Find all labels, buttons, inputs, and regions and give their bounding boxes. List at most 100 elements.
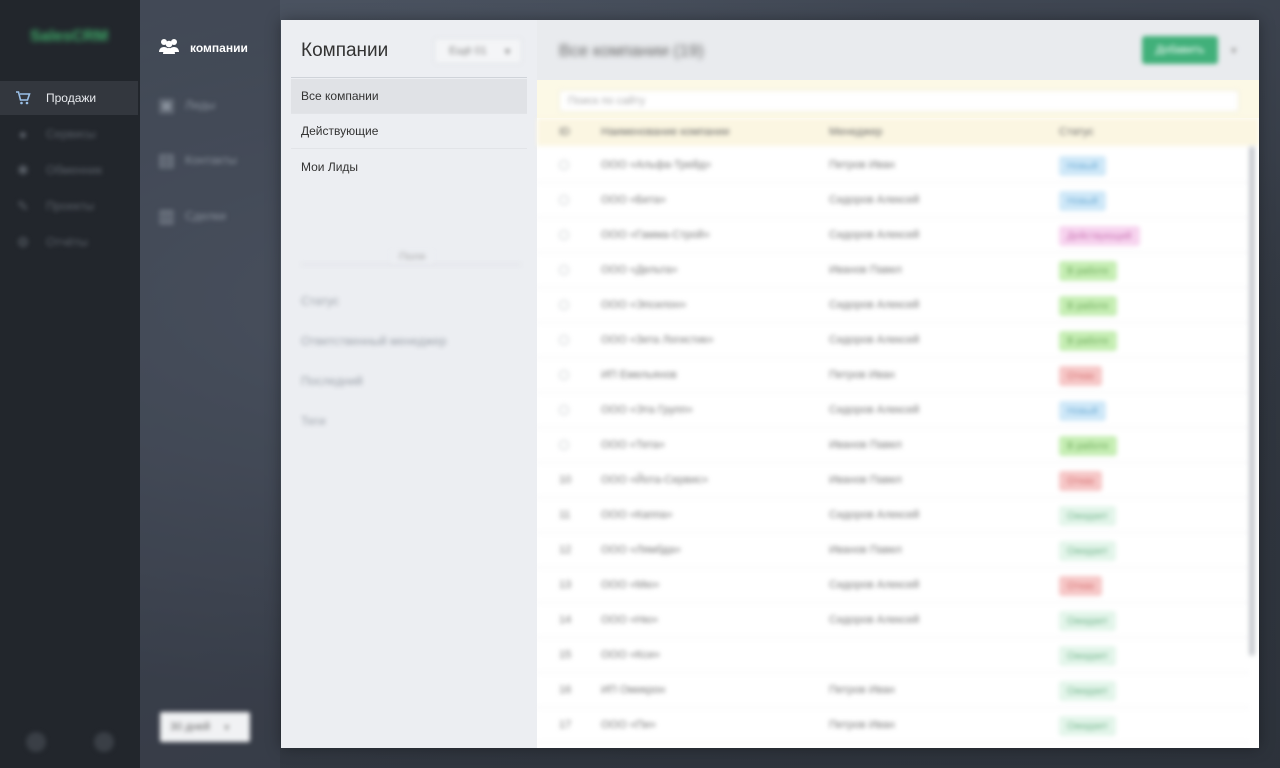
filter-field-status[interactable]: Статус (301, 294, 339, 308)
sub-nav-item-label: Контакты (185, 153, 237, 167)
row-radio[interactable] (559, 160, 569, 170)
divider (291, 77, 527, 78)
help-button[interactable] (26, 732, 46, 752)
column-header-status[interactable]: Статус (1059, 126, 1094, 138)
column-header-id[interactable]: ID (559, 126, 570, 138)
status-badge: Ожидает (1059, 541, 1117, 561)
chevron-down-icon: ▾ (224, 721, 230, 734)
table-row[interactable]: 15 ООО «Кси» Ожидает (537, 638, 1249, 673)
row-company-name[interactable]: ООО «Йота-Сервис» (601, 474, 708, 486)
row-id: 12 (559, 544, 572, 556)
table-row[interactable]: ООО «Тета» Иванов Павел В работе (537, 428, 1249, 463)
main-nav: SalesCRM Продажи ● Сервисы ✱ Обменник ✎ … (0, 0, 140, 768)
row-company-name[interactable]: ООО «Ню» (601, 614, 658, 626)
sub-nav-item-companies[interactable]: компании (150, 28, 275, 68)
row-manager: Петров Иван (829, 719, 895, 731)
table-row[interactable]: 14 ООО «Ню» Сидоров Алексей Ожидает (537, 603, 1249, 638)
nav-item-services[interactable]: ● Сервисы (0, 117, 138, 151)
status-badge: Новый (1059, 191, 1106, 211)
status-badge: Отказ (1059, 471, 1102, 491)
filter-active[interactable]: Действующие (291, 114, 527, 149)
row-company-name[interactable]: ООО «Каппа» (601, 509, 673, 521)
table-row[interactable]: ООО «Альфа-Трейд» Петров Иван Новый (537, 148, 1249, 183)
nav-item-label: Отчёты (46, 235, 88, 249)
row-manager: Иванов Павел (829, 474, 902, 486)
row-manager: Сидоров Алексей (829, 509, 920, 521)
row-company-name[interactable]: ООО «Мю» (601, 579, 659, 591)
filter-all-companies[interactable]: Все компании (291, 79, 527, 114)
row-id: 15 (559, 649, 572, 661)
row-company-name[interactable]: ООО «Зета Логистик» (601, 334, 713, 346)
row-manager: Иванов Павел (829, 264, 902, 276)
row-company-name[interactable]: ООО «Бета» (601, 194, 666, 206)
row-radio[interactable] (559, 370, 569, 380)
row-radio[interactable] (559, 265, 569, 275)
filter-field-last[interactable]: Последний (301, 374, 363, 388)
filter-column: Компании Ещё 01 ▾ Все компании Действующ… (281, 20, 537, 748)
table-row[interactable]: ООО «Эта Групп» Сидоров Алексей Новый (537, 393, 1249, 428)
column-header-name[interactable]: Наименование компании (601, 126, 729, 138)
column-header-manager[interactable]: Менеджер (829, 126, 882, 138)
table-row[interactable]: 11 ООО «Каппа» Сидоров Алексей Ожидает (537, 498, 1249, 533)
table-row[interactable]: 13 ООО «Мю» Сидоров Алексей Отказ (537, 568, 1249, 603)
sub-nav-item-leads[interactable]: ▣ Лиды (150, 85, 275, 125)
sub-nav-item-contacts[interactable]: ▤ Контакты (150, 140, 275, 180)
period-select[interactable]: 30 дней ▾ (160, 712, 250, 742)
filter-field-tags[interactable]: Теги (301, 414, 325, 428)
row-id: 11 (559, 509, 571, 521)
row-company-name[interactable]: ООО «Эпсилон» (601, 299, 686, 311)
row-radio[interactable] (559, 405, 569, 415)
filter-label: Мои Лиды (301, 159, 359, 174)
add-company-button[interactable]: Добавить (1142, 36, 1218, 64)
table-row[interactable]: ИП Емельянов Петров Иван Отказ (537, 358, 1249, 393)
filter-field-manager[interactable]: Ответственный менеджер (301, 334, 446, 348)
table-row[interactable]: ООО «Дельта» Иванов Павел В работе (537, 253, 1249, 288)
filter-my-leads[interactable]: Мои Лиды (291, 149, 527, 184)
table-row[interactable]: ООО «Зета Логистик» Сидоров Алексей В рабо… (537, 323, 1249, 358)
scrollbar[interactable] (1249, 146, 1255, 656)
power-button[interactable] (94, 732, 114, 752)
table-row[interactable]: ООО «Бета» Сидоров Алексей Новый (537, 183, 1249, 218)
row-company-name[interactable]: ООО «Лямбда» (601, 544, 681, 556)
table-column-header: ID Наименование компании Менеджер Статус (537, 118, 1259, 146)
row-company-name[interactable]: ООО «Пи» (601, 719, 656, 731)
nav-item-exchange[interactable]: ✱ Обменник (0, 153, 138, 187)
row-id: 13 (559, 579, 572, 591)
table-row[interactable]: ООО «Эпсилон» Сидоров Алексей В работе (537, 288, 1249, 323)
table-row[interactable]: 12 ООО «Лямбда» Иванов Павел Ожидает (537, 533, 1249, 568)
row-radio[interactable] (559, 230, 569, 240)
row-manager: Сидоров Алексей (829, 229, 920, 241)
edit-icon: ✎ (17, 197, 29, 214)
row-company-name[interactable]: ООО «Гамма-Строй» (601, 229, 710, 241)
row-company-name[interactable]: ООО «Эта Групп» (601, 404, 693, 416)
row-company-name[interactable]: ООО «Кси» (601, 649, 660, 661)
nav-item-projects[interactable]: ✎ Проекты (0, 189, 138, 223)
row-radio[interactable] (559, 440, 569, 450)
row-company-name[interactable]: ООО «Дельта» (601, 264, 677, 276)
sub-nav-item-deals[interactable]: ▥ Сделки (150, 196, 275, 236)
row-company-name[interactable]: ИП Омикрон (601, 684, 665, 696)
row-manager: Петров Иван (829, 159, 895, 171)
table-row[interactable]: 10 ООО «Йота-Сервис» Иванов Павел Отказ (537, 463, 1249, 498)
chevron-down-icon[interactable]: ▾ (1231, 44, 1237, 57)
row-manager: Сидоров Алексей (829, 579, 920, 591)
nav-item-sales[interactable]: Продажи (0, 81, 138, 115)
table-row[interactable]: 17 ООО «Пи» Петров Иван Ожидает (537, 708, 1249, 743)
chevron-down-icon: ▾ (504, 45, 511, 58)
row-manager: Иванов Павел (829, 439, 902, 451)
row-company-name[interactable]: ИП Емельянов (601, 369, 677, 381)
nav-item-reports[interactable]: ⚙ Отчёты (0, 225, 138, 259)
row-radio[interactable] (559, 195, 569, 205)
table-row[interactable]: 16 ИП Омикрон Петров Иван Ожидает (537, 673, 1249, 708)
row-radio[interactable] (559, 335, 569, 345)
status-badge: Ожидает (1059, 646, 1117, 666)
row-company-name[interactable]: ООО «Тета» (601, 439, 665, 451)
row-company-name[interactable]: ООО «Альфа-Трейд» (601, 159, 711, 171)
search-input[interactable]: Поиск по сайту (559, 90, 1239, 112)
table-row[interactable]: ООО «Гамма-Строй» Сидоров Алексей Действую… (537, 218, 1249, 253)
filter-options-button[interactable]: Ещё 01 ▾ (434, 38, 522, 64)
filter-label: Действующие (301, 124, 379, 138)
app-logo: SalesCRM (30, 28, 109, 45)
row-radio[interactable] (559, 300, 569, 310)
filter-label: Все компании (301, 89, 379, 103)
